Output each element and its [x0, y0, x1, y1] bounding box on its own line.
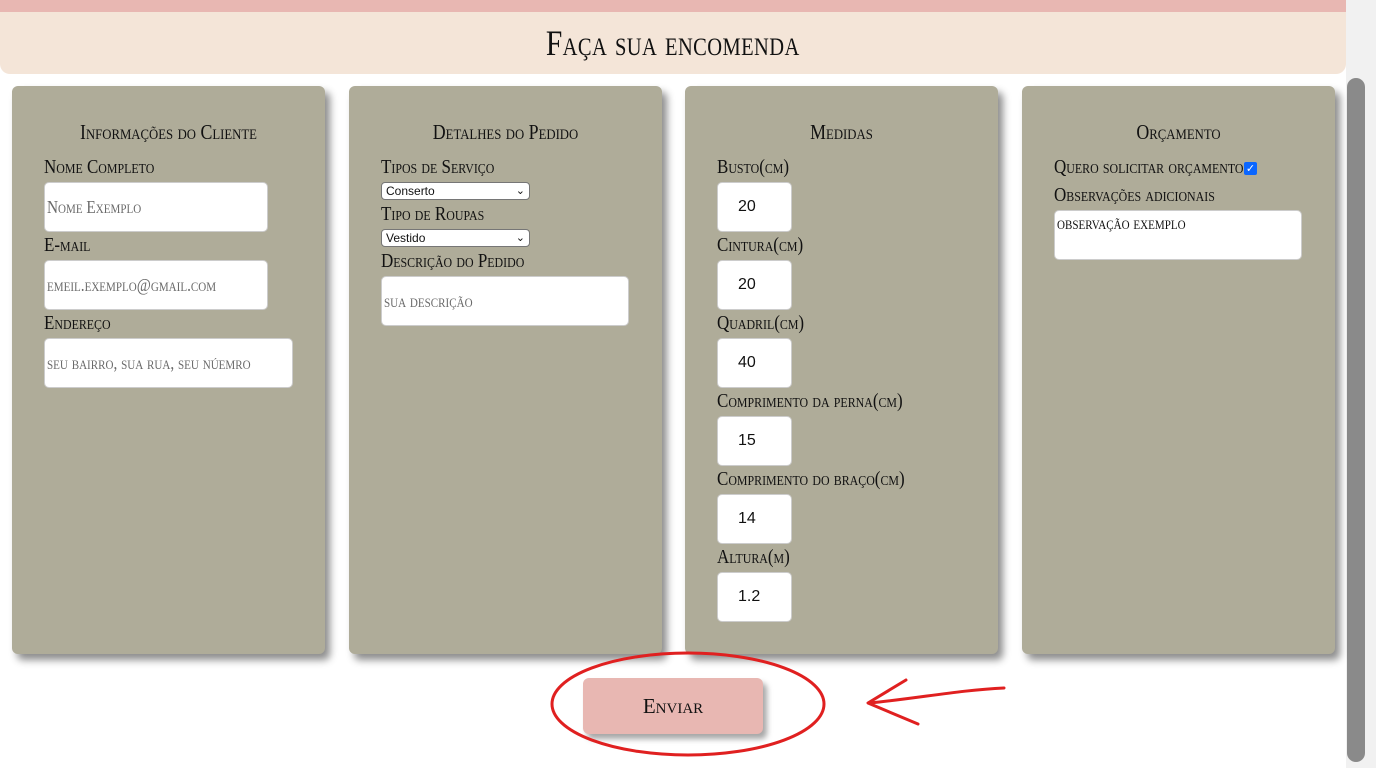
roupas-selected: Vestido: [386, 231, 426, 245]
servico-selected: Conserto: [386, 184, 435, 198]
email-input[interactable]: emeil.exemplo@gmail.com: [44, 260, 268, 310]
cintura-label: Cintura(cm): [717, 234, 804, 256]
perna-input[interactable]: 15: [717, 416, 792, 466]
panel-medidas: Medidas Busto(cm) 20 Cintura(cm) 20 Quad…: [685, 86, 998, 654]
panel-title-orcamento: Orçamento: [1136, 120, 1221, 144]
chevron-down-icon: ⌄: [515, 232, 525, 244]
descricao-placeholder: sua descrição: [384, 290, 473, 311]
busto-label: Busto(cm): [717, 156, 790, 178]
endereco-input[interactable]: seu bairro, sua rua, seu núemro: [44, 338, 293, 388]
obs-value: observação exemplo: [1057, 213, 1186, 233]
roupas-label: Tipo de Roupas: [381, 203, 485, 225]
obs-textarea[interactable]: observação exemplo: [1054, 210, 1302, 260]
chevron-down-icon: ⌄: [515, 185, 525, 197]
altura-label: Altura(m): [717, 546, 790, 568]
panel-pedido: Detalhes do Pedido Tipos de Serviço Cons…: [349, 86, 662, 654]
panel-title-pedido: Detalhes do Pedido: [432, 120, 579, 144]
panel-cliente: Informações do Cliente Nome Completo Nom…: [12, 86, 325, 654]
email-label: E-mail: [44, 234, 91, 256]
braco-label: Comprimento do braço(cm): [717, 468, 905, 490]
nome-label: Nome Completo: [44, 156, 155, 178]
arrow-head-icon: [866, 678, 920, 726]
email-placeholder: emeil.exemplo@gmail.com: [47, 274, 217, 295]
orcamento-checkbox[interactable]: ✓: [1244, 162, 1257, 175]
servico-label: Tipos de Serviço: [381, 156, 495, 178]
busto-input[interactable]: 20: [717, 182, 792, 232]
obs-label: Observações adicionais: [1054, 184, 1215, 206]
arrow-shaft: [868, 686, 1006, 705]
servico-select[interactable]: Conserto ⌄: [381, 182, 530, 200]
roupas-select[interactable]: Vestido ⌄: [381, 229, 530, 247]
endereco-label: Endereço: [44, 312, 111, 334]
submit-button[interactable]: Enviar: [583, 678, 763, 734]
descricao-input[interactable]: sua descrição: [381, 276, 629, 326]
quadril-label: Quadril(cm): [717, 312, 805, 334]
nome-input[interactable]: Nome Exemplo: [44, 182, 268, 232]
descricao-label: Descrição do Pedido: [381, 250, 525, 272]
braco-input[interactable]: 14: [717, 494, 792, 544]
nome-placeholder: Nome Exemplo: [47, 196, 142, 217]
panel-orcamento: Orçamento Quero solicitar orçamento ✓ Ob…: [1022, 86, 1335, 654]
perna-label: Comprimento da perna(cm): [717, 390, 903, 412]
page-header: Faça sua encomenda: [0, 12, 1346, 74]
endereco-placeholder: seu bairro, sua rua, seu núemro: [47, 352, 251, 373]
panel-title-cliente: Informações do Cliente: [80, 120, 257, 144]
cintura-input[interactable]: 20: [717, 260, 792, 310]
page-title: Faça sua encomenda: [546, 23, 800, 63]
header-accent-strip: [0, 0, 1346, 12]
scrollbar-thumb[interactable]: [1347, 78, 1365, 762]
quadril-input[interactable]: 40: [717, 338, 792, 388]
altura-input[interactable]: 1.2: [717, 572, 792, 622]
panel-title-medidas: Medidas: [810, 120, 873, 144]
orcamento-checkbox-label: Quero solicitar orçamento: [1054, 156, 1244, 178]
